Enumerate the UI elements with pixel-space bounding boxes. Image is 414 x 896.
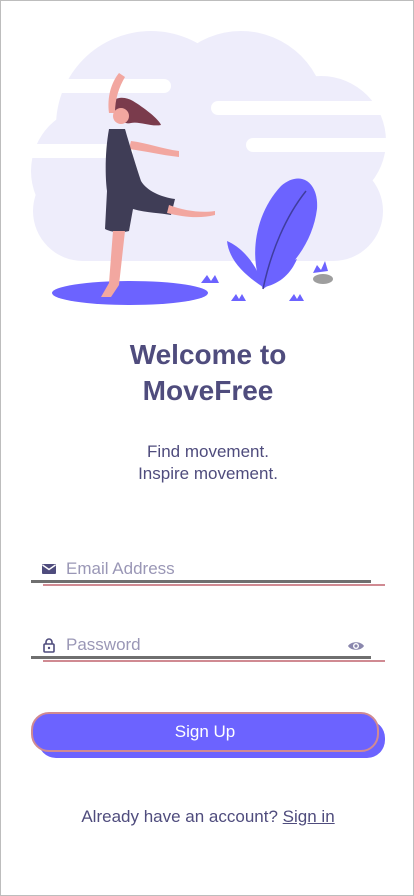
password-underline: [31, 656, 371, 659]
welcome-title-line2: MoveFree: [142, 375, 274, 406]
hero-illustration: [23, 31, 413, 305]
ground-shadow: [52, 281, 208, 305]
tagline-line2: Inspire movement.: [138, 464, 278, 483]
signin-prompt: Already have an account? Sign in: [1, 807, 413, 827]
welcome-title: Welcome to MoveFree: [1, 337, 413, 409]
email-input[interactable]: [66, 557, 346, 581]
password-underline-accent: [43, 660, 385, 662]
signin-prompt-text: Already have an account?: [81, 807, 278, 826]
signup-button-label: Sign Up: [174, 722, 236, 741]
mail-icon: [42, 564, 56, 574]
password-field: [31, 633, 385, 663]
signin-link[interactable]: Sign in: [283, 807, 335, 826]
email-field: [31, 557, 385, 587]
email-underline: [31, 580, 371, 583]
eye-icon[interactable]: [347, 639, 365, 653]
email-underline-accent: [43, 584, 385, 586]
tagline-line1: Find movement.: [147, 442, 269, 461]
tagline: Find movement. Inspire movement.: [1, 441, 413, 485]
lock-icon: [43, 638, 55, 653]
app-screen: Welcome to MoveFree Find movement. Inspi…: [0, 0, 414, 896]
signup-button[interactable]: Sign Up: [31, 712, 379, 752]
welcome-title-line1: Welcome to: [129, 339, 287, 370]
password-input[interactable]: [66, 633, 346, 657]
rock: [313, 274, 333, 284]
